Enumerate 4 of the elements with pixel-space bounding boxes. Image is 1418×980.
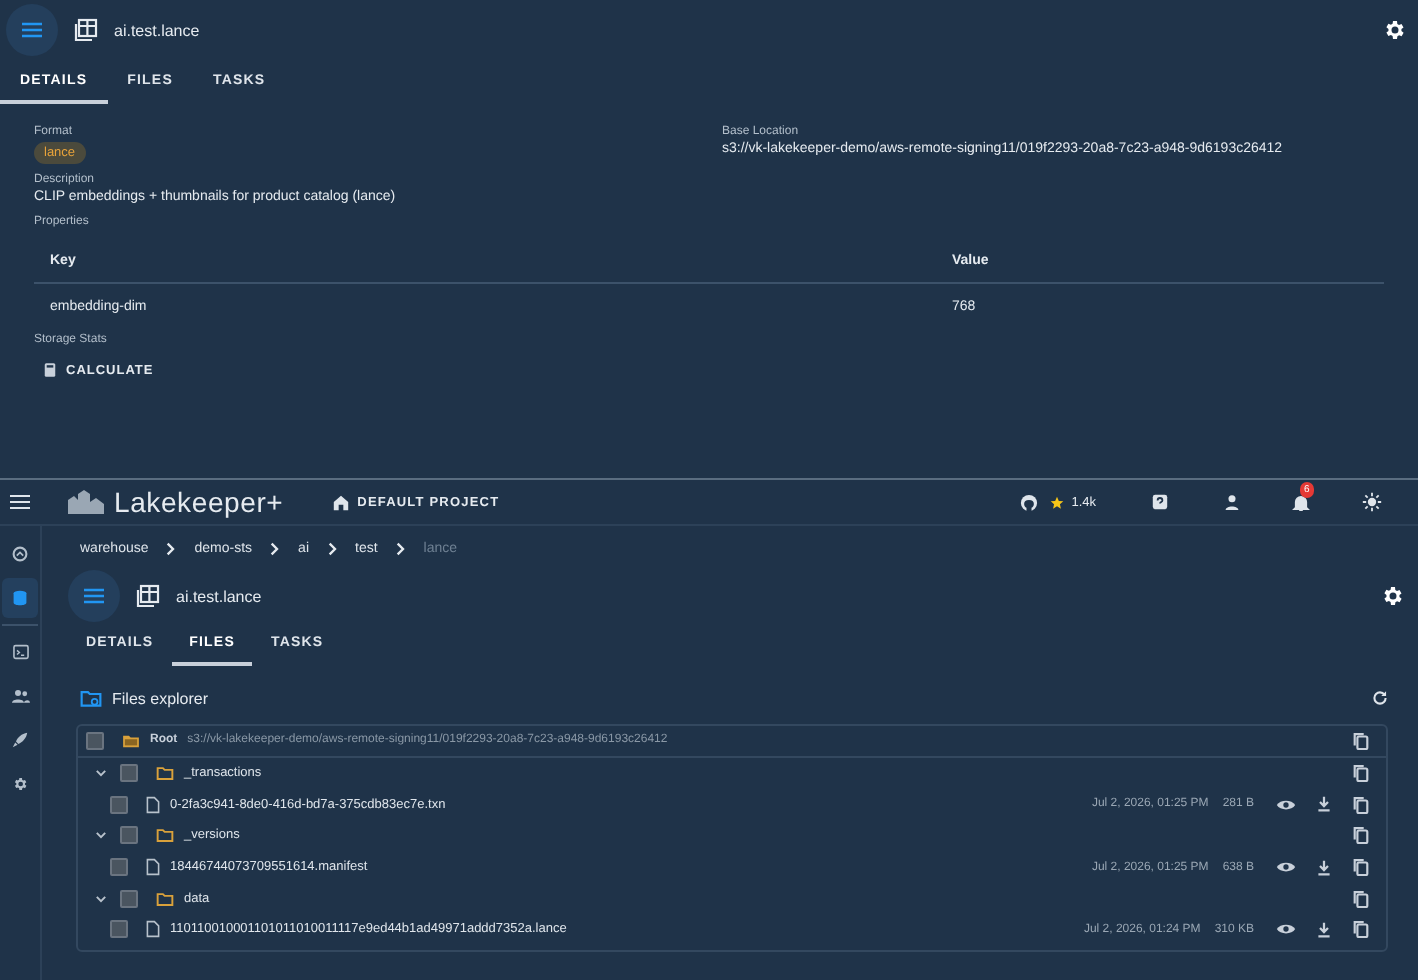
section-title: Files explorer: [112, 689, 209, 707]
table-title: ai.test.lance: [176, 587, 262, 605]
table-title: ai.test.lance: [114, 21, 200, 39]
logo[interactable]: Lakekeeper+: [114, 486, 284, 518]
